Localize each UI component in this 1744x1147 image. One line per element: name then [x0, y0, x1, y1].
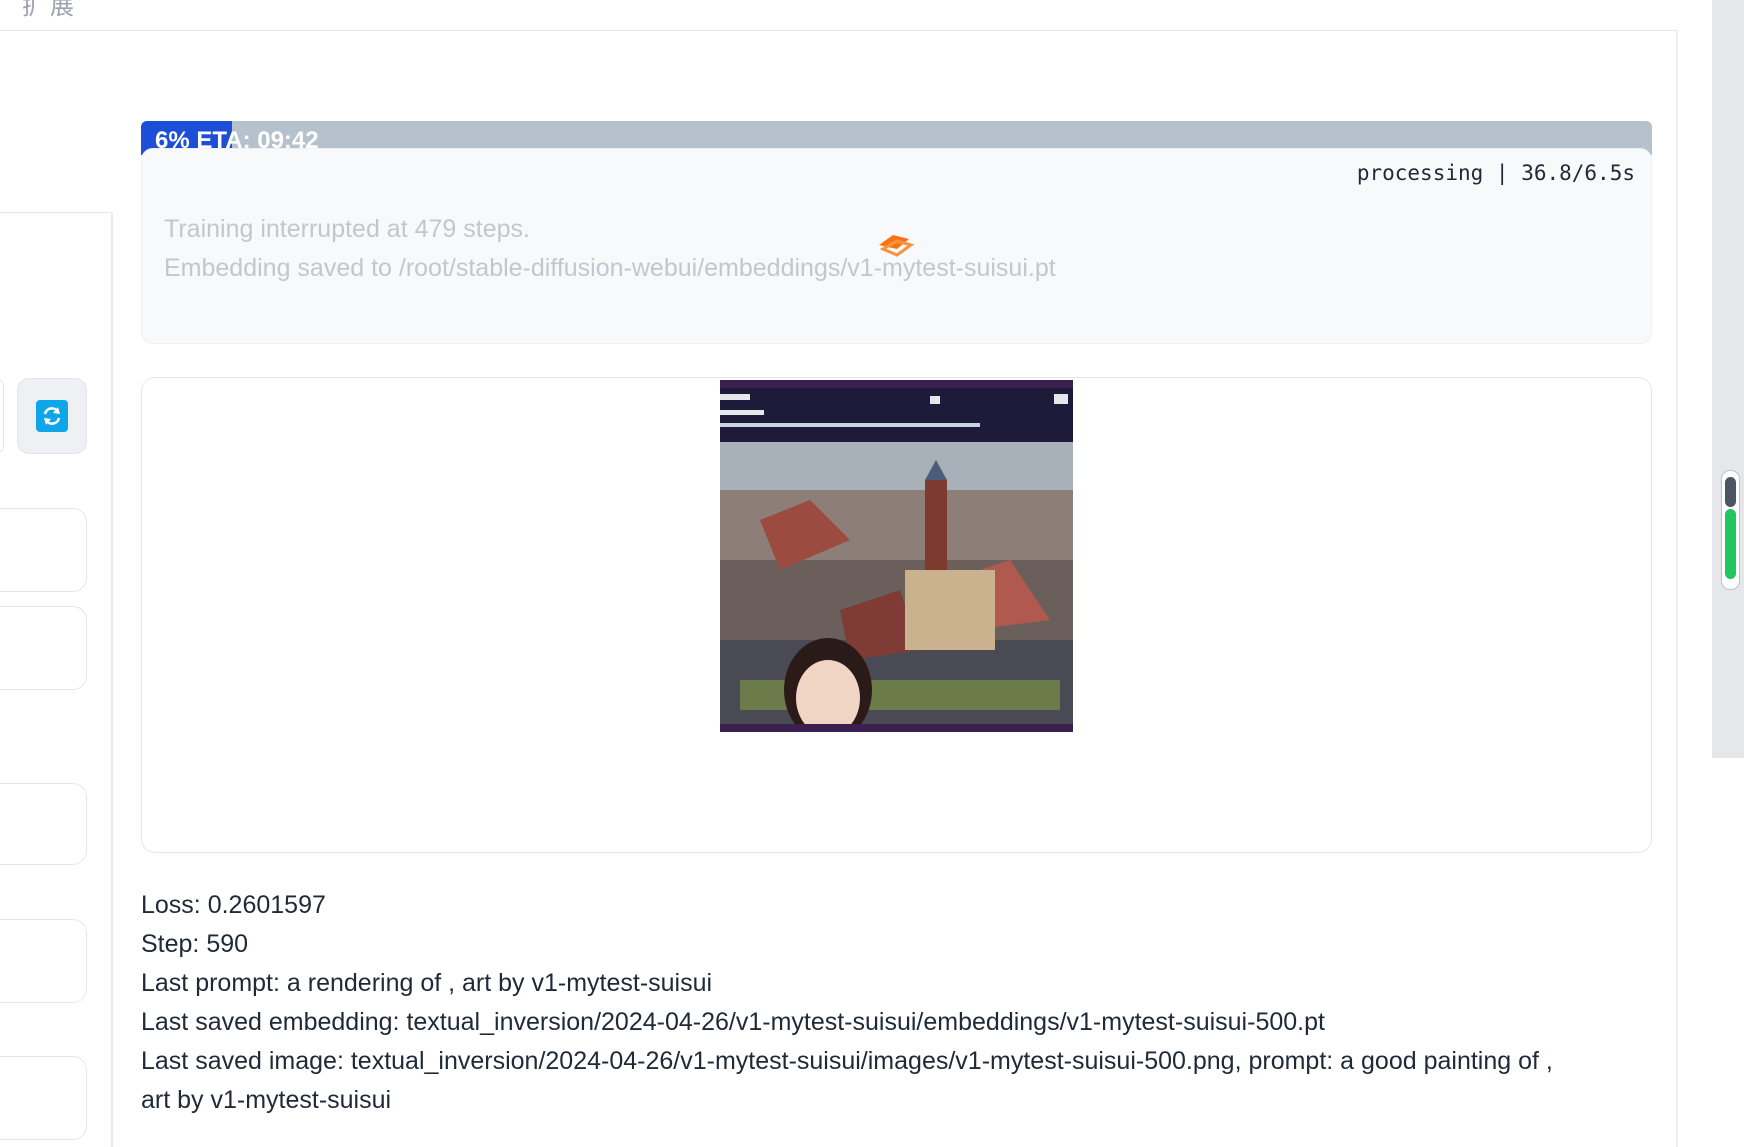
last-saved-embedding-text: Last saved embedding: textual_inversion/… — [141, 1008, 1325, 1036]
scrollbar-grip — [1725, 477, 1736, 507]
scrollbar-track[interactable] — [1712, 0, 1744, 758]
left-column-border — [111, 213, 113, 1147]
refresh-button[interactable] — [17, 378, 87, 454]
status-line-interrupted: Training interrupted at 479 steps. — [164, 215, 530, 243]
last-saved-image-text-cont: art by v1-mytest-suisui — [141, 1086, 392, 1114]
left-input-3[interactable] — [0, 783, 87, 865]
loss-text: Loss: 0.2601597 — [141, 891, 326, 919]
image-gallery — [141, 377, 1652, 853]
training-info: Loss: 0.2601597 Step: 590 Last prompt: a… — [141, 886, 1661, 1120]
last-prompt-text: Last prompt: a rendering of , art by v1-… — [141, 969, 713, 997]
panel-border — [1676, 30, 1678, 1147]
preview-image[interactable] — [720, 380, 1073, 732]
left-input-5[interactable] — [0, 1056, 87, 1140]
left-input-1[interactable] — [0, 508, 87, 592]
tab-divider — [0, 30, 1678, 31]
processing-timer: processing | 36.8/6.5s — [1356, 161, 1635, 185]
last-saved-image-text: Last saved image: textual_inversion/2024… — [141, 1047, 1553, 1075]
scrollbar-thumb[interactable] — [1721, 470, 1740, 590]
status-line-embedding-saved: Embedding saved to /root/stable-diffusio… — [164, 254, 1056, 282]
embedding-dropdown[interactable] — [0, 379, 4, 453]
left-column-top-border — [0, 212, 112, 213]
scrollbar-fill — [1725, 509, 1736, 579]
left-input-4[interactable] — [0, 919, 87, 1003]
step-text: Step: 590 — [141, 930, 249, 958]
left-input-2[interactable] — [0, 606, 87, 690]
status-output: processing | 36.8/6.5s Training interrup… — [141, 148, 1652, 344]
tab-extensions[interactable]: 扩展 — [22, 0, 78, 21]
refresh-icon — [36, 400, 68, 432]
loading-spinner-icon — [879, 235, 915, 257]
